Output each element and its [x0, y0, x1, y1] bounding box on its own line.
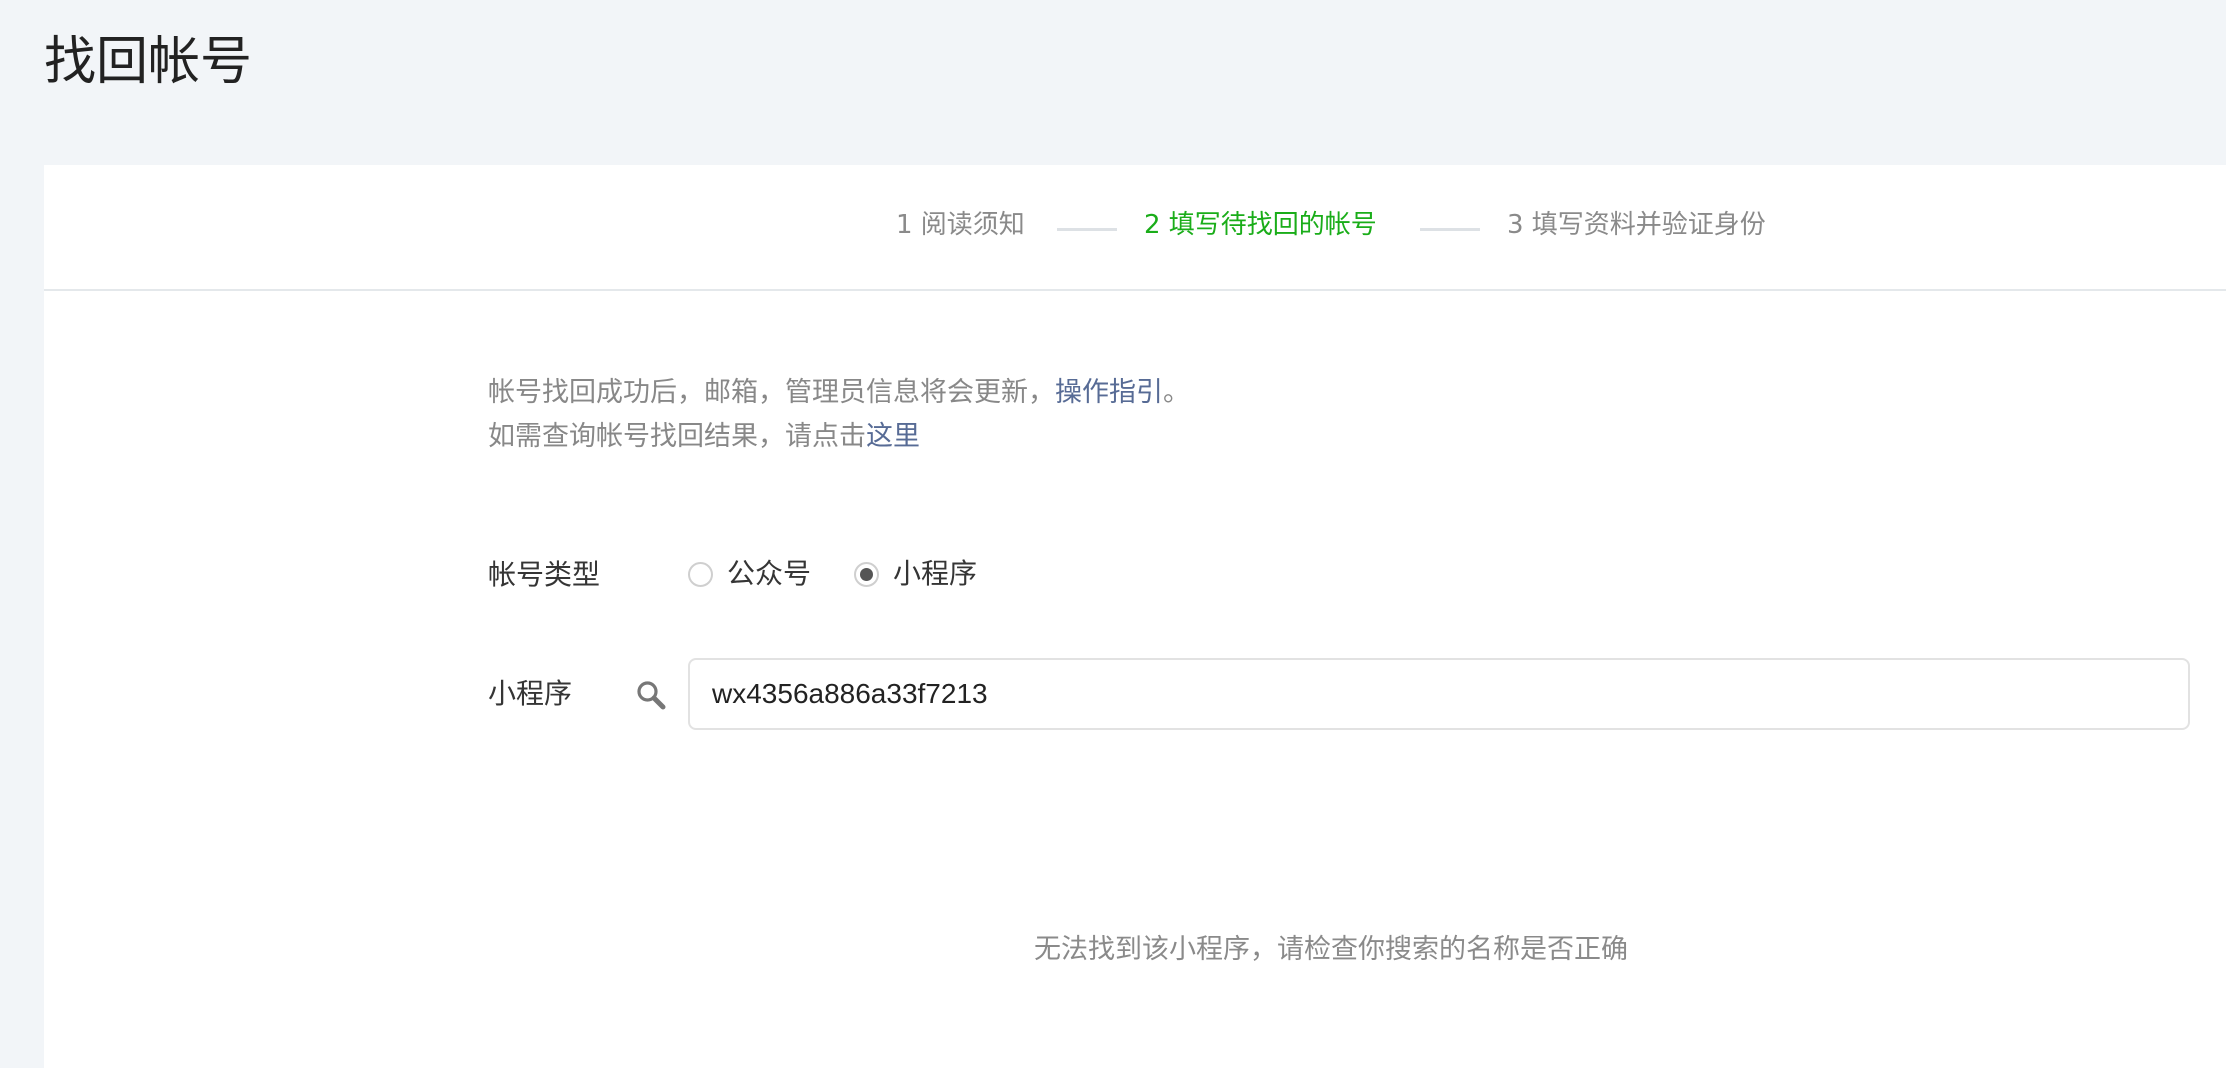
guide-link[interactable]: 操作指引 — [1055, 377, 1163, 408]
notice-line-2: 如需查询帐号找回结果，请点击这里 — [488, 415, 920, 459]
notice-line-1: 帐号找回成功后，邮箱，管理员信息将会更新，操作指引。 — [488, 371, 1190, 415]
search-icon[interactable] — [635, 679, 667, 711]
step-1-read-notice: 1 阅读须知 — [896, 210, 1025, 240]
notice-text: 如需查询帐号找回结果，请点击 — [488, 421, 866, 452]
recovery-card: 1 阅读须知 2 填写待找回的帐号 3 填写资料并验证身份 帐号找回成功后，邮箱… — [44, 165, 2226, 1068]
radio-mini-program[interactable]: 小程序 — [854, 554, 977, 594]
radio-dot — [860, 567, 873, 581]
page-title: 找回帐号 — [44, 32, 253, 92]
step-3-verify-identity: 3 填写资料并验证身份 — [1507, 210, 1766, 240]
step-divider — [1057, 228, 1117, 231]
step-divider — [1420, 228, 1480, 231]
radio-official-account[interactable]: 公众号 — [688, 554, 811, 594]
notice-text: 帐号找回成功后，邮箱，管理员信息将会更新， — [488, 377, 1055, 408]
mini-program-search-input[interactable] — [688, 658, 2190, 730]
notice-end: 。 — [1163, 377, 1190, 408]
mini-program-label: 小程序 — [488, 677, 573, 710]
radio-circle[interactable] — [688, 561, 713, 587]
empty-result-message: 无法找到该小程序，请检查你搜索的名称是否正确 — [1034, 934, 1628, 965]
step-2-fill-account: 2 填写待找回的帐号 — [1144, 210, 1377, 240]
account-type-label: 帐号类型 — [488, 558, 601, 591]
radio-circle-selected[interactable] — [854, 561, 879, 587]
result-query-link[interactable]: 这里 — [866, 421, 920, 452]
step-indicator: 1 阅读须知 2 填写待找回的帐号 3 填写资料并验证身份 — [44, 165, 2226, 291]
radio-label: 小程序 — [893, 557, 978, 590]
radio-label: 公众号 — [727, 557, 812, 590]
